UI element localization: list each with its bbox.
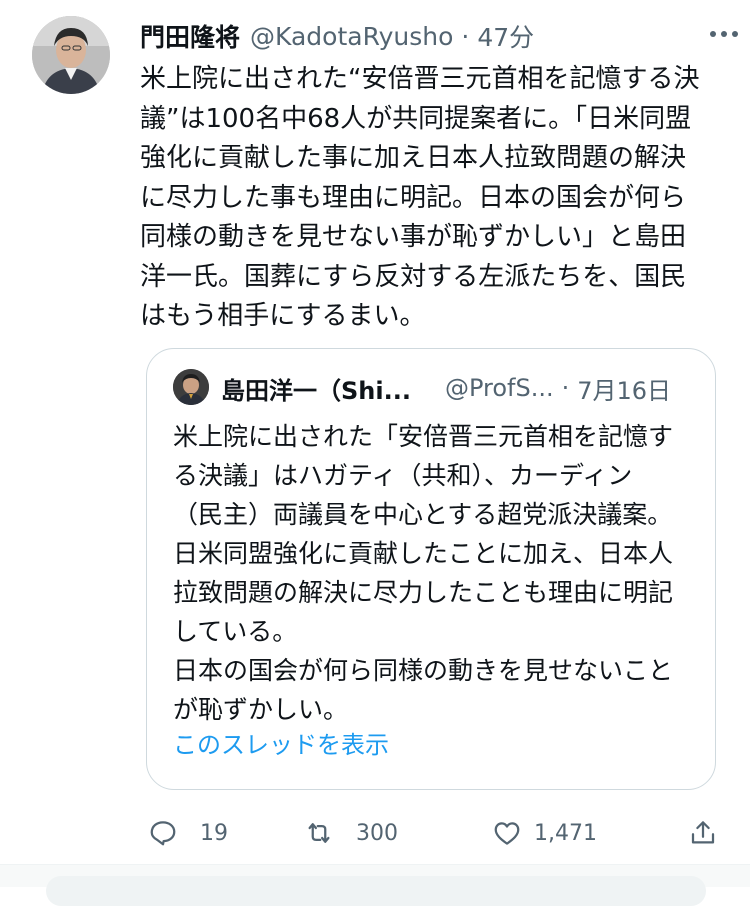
quoted-tweet[interactable]: 島田洋一（Shi... @ProfS... · 7月16日 米上院に出された「安… [146,348,716,790]
quoted-author-handle[interactable]: @ProfS... [445,374,554,402]
show-thread-link[interactable]: このスレッドを表示 [173,725,389,760]
quoted-author-avatar [173,369,209,405]
retweet-button[interactable]: 300 [304,810,398,856]
compose-reply-bar[interactable] [46,876,706,906]
tweet-text: 米上院に出された“安倍晋三元首相を記憶する決 議”は100名中68人が共同提案者… [140,64,700,331]
quoted-text: 米上院に出された「安倍晋三元首相を記憶す る決議」はハガティ（共和）、カーディン… [173,422,674,724]
tweet-time[interactable]: 47分 [477,18,534,54]
author-avatar-image [32,16,110,94]
heart-icon [494,822,520,845]
author-avatar[interactable] [32,16,110,94]
more-icon[interactable] [704,16,744,52]
tweet-actions: 19 300 1,471 [140,810,730,856]
retweet-count: 300 [356,820,398,846]
like-count: 1,471 [534,820,597,846]
header-separator: · [461,21,470,51]
quoted-separator: · [561,374,570,402]
quoted-date[interactable]: 7月16日 [577,371,671,406]
share-button[interactable] [688,810,718,856]
reply-icon [150,821,176,846]
tweet-header: 門田隆将 @KadotaRyusho · 47分 [140,18,740,54]
quoted-header: 島田洋一（Shi... @ProfS... · 7月16日 [221,371,701,405]
quoted-author-name[interactable]: 島田洋一（Shi... [221,371,411,406]
reply-button[interactable]: 19 [148,810,228,856]
like-button[interactable]: 1,471 [492,810,597,856]
reply-count: 19 [200,820,228,846]
author-handle[interactable]: @KadotaRyusho [250,22,453,51]
author-name[interactable]: 門田隆将 [140,18,240,54]
retweet-icon [308,823,330,843]
share-icon [691,821,715,844]
